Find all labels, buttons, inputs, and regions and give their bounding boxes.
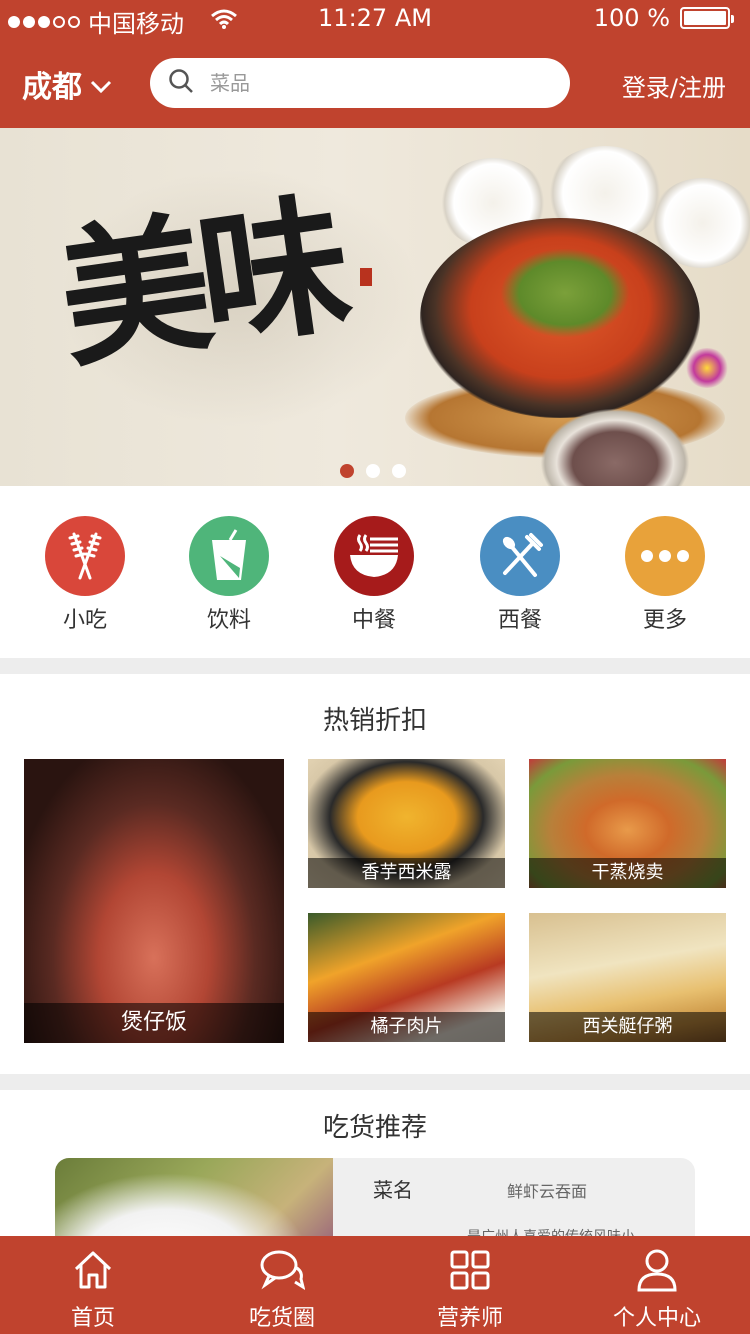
tab-nutritionist[interactable]: 营养师 xyxy=(395,1246,545,1332)
seal-stamp xyxy=(360,268,372,286)
hot-item-big[interactable]: 煲仔饭 xyxy=(24,759,284,1043)
battery-icon xyxy=(680,7,734,29)
tab-label: 吃货圈 xyxy=(248,1306,315,1331)
banner-carousel[interactable]: 美味 xyxy=(0,128,750,486)
snack-skewer-icon xyxy=(45,516,125,596)
login-register-link[interactable]: 登录/注册 xyxy=(622,68,726,103)
category-chinese-food[interactable]: 中餐 xyxy=(319,516,429,634)
user-icon xyxy=(582,1246,732,1294)
tab-home[interactable]: 首页 xyxy=(18,1246,168,1332)
drink-cup-icon xyxy=(189,516,269,596)
banner-calligraphy: 美味 xyxy=(49,176,351,390)
carousel-dot-1[interactable] xyxy=(340,464,354,478)
more-dots-icon xyxy=(625,516,705,596)
hot-item-caption: 橘子肉片 xyxy=(308,1012,505,1042)
category-western-food[interactable]: 西餐 xyxy=(465,516,575,634)
tab-profile[interactable]: 个人中心 xyxy=(582,1246,732,1332)
carousel-indicator[interactable] xyxy=(340,464,406,478)
dish-name-label: 菜名 xyxy=(373,1178,413,1202)
category-grid: 小吃 饮料 中餐 西餐 更多 xyxy=(0,486,750,658)
category-label: 中餐 xyxy=(351,608,396,633)
search-input[interactable] xyxy=(210,71,540,95)
app-header: 中国移动 11:27 AM 100 % 成都 菜品 登录/注册 xyxy=(0,0,750,128)
tab-foodie-circle[interactable]: 吃货圈 xyxy=(207,1246,357,1332)
chat-bubbles-icon xyxy=(207,1246,357,1294)
nav-row: 成都 登录/注册 xyxy=(0,56,750,108)
dish-name-value: 鲜虾云吞面 xyxy=(507,1182,588,1201)
battery-status: 100 % xyxy=(593,4,734,32)
orchid-decoration xyxy=(685,348,729,388)
category-drinks[interactable]: 饮料 xyxy=(174,516,284,634)
category-label: 小吃 xyxy=(62,608,107,633)
category-snack[interactable]: 小吃 xyxy=(30,516,140,634)
search-icon xyxy=(168,68,194,98)
bottom-tab-bar: 首页 吃货圈 营养师 个人中心 xyxy=(0,1236,750,1334)
category-label: 更多 xyxy=(642,608,687,633)
category-label: 西餐 xyxy=(497,608,542,633)
hot-item[interactable]: 香芋西米露 xyxy=(308,759,505,888)
tab-label: 个人中心 xyxy=(612,1306,701,1331)
hot-item[interactable]: 西关艇仔粥 xyxy=(529,913,726,1042)
hot-item-caption: 煲仔饭 xyxy=(24,1003,284,1043)
home-icon xyxy=(18,1246,168,1294)
city-selector[interactable]: 成都 xyxy=(22,62,112,106)
hot-item-caption: 香芋西米露 xyxy=(308,858,505,888)
battery-percent: 100 % xyxy=(593,4,670,32)
hot-item[interactable]: 干蒸烧卖 xyxy=(529,759,726,888)
grid-icon xyxy=(395,1246,545,1294)
fork-knife-icon xyxy=(480,516,560,596)
section-divider xyxy=(0,658,750,674)
hot-item[interactable]: 橘子肉片 xyxy=(308,913,505,1042)
noodle-bowl-icon xyxy=(334,516,414,596)
recommend-title: 吃货推荐 xyxy=(322,1113,427,1143)
hot-item-caption: 西关艇仔粥 xyxy=(529,1012,726,1042)
hot-discount-title: 热销折扣 xyxy=(322,706,427,736)
hot-item-caption: 干蒸烧卖 xyxy=(529,858,726,888)
tab-label: 首页 xyxy=(70,1306,115,1331)
category-label: 饮料 xyxy=(206,608,251,633)
section-divider xyxy=(0,1074,750,1090)
chevron-down-icon xyxy=(90,67,112,102)
city-name: 成都 xyxy=(22,70,82,105)
status-bar: 中国移动 11:27 AM 100 % xyxy=(0,0,750,38)
category-more[interactable]: 更多 xyxy=(610,516,720,634)
carousel-dot-2[interactable] xyxy=(366,464,380,478)
search-bar[interactable] xyxy=(150,58,570,108)
tab-label: 营养师 xyxy=(436,1306,503,1331)
carousel-dot-3[interactable] xyxy=(392,464,406,478)
